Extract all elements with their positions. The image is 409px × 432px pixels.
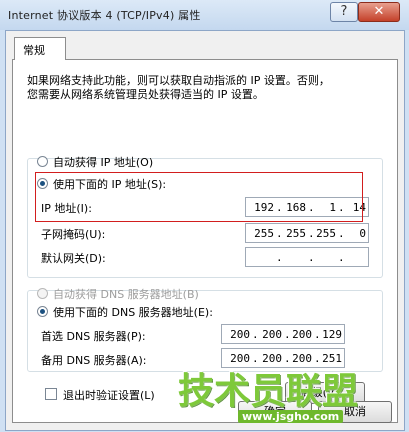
cancel-button[interactable]: 取消 [318, 401, 392, 423]
manual-dns-radio[interactable] [37, 306, 48, 317]
ok-button[interactable]: 确定 [238, 401, 312, 423]
help-button[interactable]: ? [330, 2, 358, 22]
auto-dns-radio [37, 288, 48, 299]
tab-general-label: 常规 [23, 44, 45, 57]
title-bar: Internet 协议版本 4 (TCP/IPv4) 属性 ? ✕ [0, 0, 409, 30]
alternate-dns-label: 备用 DNS 服务器(A): [41, 354, 147, 367]
auto-ip-label[interactable]: 自动获得 IP 地址(O) [53, 154, 153, 170]
validate-on-exit-checkbox[interactable] [45, 388, 57, 400]
description-line-1: 如果网络支持此功能，则可以获取自动指派的 IP 设置。否则， [27, 74, 330, 87]
auto-dns-label: 自动获得 DNS 服务器地址(B) [53, 288, 199, 301]
alternate-dns-input[interactable]: 200. 200. 200. 251 [221, 348, 345, 368]
description: 如果网络支持此功能，则可以获取自动指派的 IP 设置。否则， 您需要从网络系统管… [27, 74, 387, 102]
tab-general[interactable]: 常规 [14, 37, 66, 60]
validate-on-exit-label[interactable]: 退出时验证设置(L) [63, 387, 155, 403]
gateway-label: 默认网关(D): [41, 252, 106, 265]
manual-ip-highlight [35, 172, 363, 222]
description-line-2: 您需要从网络系统管理员处获得适当的 IP 设置。 [27, 88, 264, 101]
dialog-body: 常规 如果网络支持此功能，则可以获取自动指派的 IP 设置。否则， 您需要从网络… [5, 30, 405, 431]
gateway-input[interactable]: . . . [245, 247, 369, 267]
preferred-dns-label: 首选 DNS 服务器(P): [41, 330, 146, 343]
auto-ip-radio[interactable] [37, 156, 48, 167]
close-button[interactable]: ✕ [358, 2, 400, 22]
subnet-mask-input[interactable]: 255. 255. 255. 0 [245, 223, 369, 243]
preferred-dns-input[interactable]: 200. 200. 200. 129 [221, 324, 345, 344]
general-panel: 如果网络支持此功能，则可以获取自动指派的 IP 设置。否则， 您需要从网络系统管… [12, 59, 398, 423]
subnet-mask-label: 子网掩码(U): [41, 228, 106, 241]
manual-dns-label[interactable]: 使用下面的 DNS 服务器地址(E): [53, 304, 213, 320]
window-title: Internet 协议版本 4 (TCP/IPv4) 属性 [8, 9, 201, 22]
